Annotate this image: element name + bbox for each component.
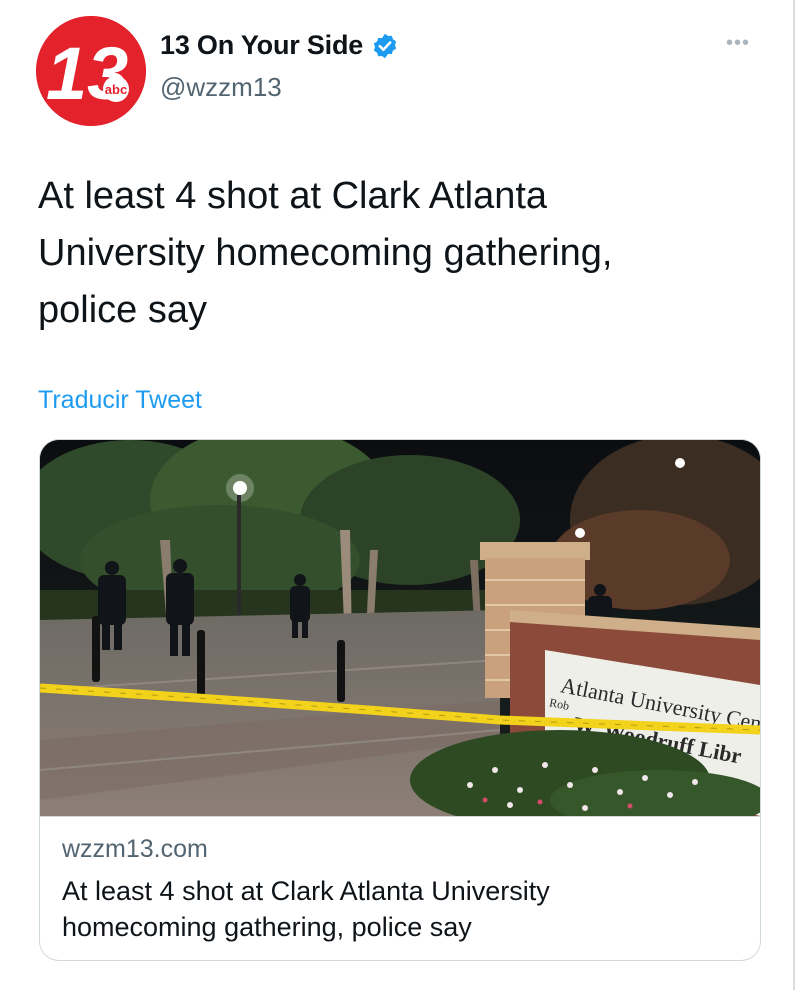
tweet-text-line: police say — [38, 289, 207, 331]
tweet-text-line: At least 4 shot at Clark Atlanta — [38, 175, 548, 217]
crime-scene-photo: Atlanta University Cen W. Woodruff Libr … — [40, 440, 760, 816]
author-name-row[interactable]: 13 On Your Side — [160, 30, 399, 61]
card-title-line: At least 4 shot at Clark Atlanta Univers… — [62, 876, 550, 906]
link-preview-card[interactable]: Atlanta University Cen W. Woodruff Libr … — [39, 439, 761, 961]
tweet-text-line: University homecoming gathering, — [38, 232, 613, 274]
author-display-name[interactable]: 13 On Your Side — [160, 30, 363, 61]
card-meta[interactable]: wzzm13.com At least 4 shot at Clark Atla… — [40, 816, 760, 960]
verified-badge-icon — [371, 32, 399, 60]
card-title-line: homecoming gathering, police say — [62, 912, 472, 942]
card-domain: wzzm13.com — [62, 835, 208, 863]
translate-tweet-link[interactable]: Traducir Tweet — [38, 386, 202, 415]
more-options-icon[interactable]: ••• — [726, 32, 750, 55]
author-avatar[interactable]: 13 abc — [36, 16, 146, 126]
tweet-page: 13 abc 13 On Your Side @wzzm13 ••• At le… — [0, 0, 800, 990]
card-image[interactable]: Atlanta University Cen W. Woodruff Libr … — [40, 440, 760, 816]
tweet-text: At least 4 shot at Clark Atlanta Univers… — [38, 168, 758, 339]
column-divider — [793, 0, 795, 990]
avatar-abc-badge: abc — [105, 82, 127, 97]
wzzm13-logo-icon: 13 abc — [36, 16, 146, 126]
card-title: At least 4 shot at Clark Atlanta Univers… — [62, 873, 742, 945]
author-handle[interactable]: @wzzm13 — [160, 72, 282, 103]
avatar-number: 13 — [46, 32, 128, 115]
